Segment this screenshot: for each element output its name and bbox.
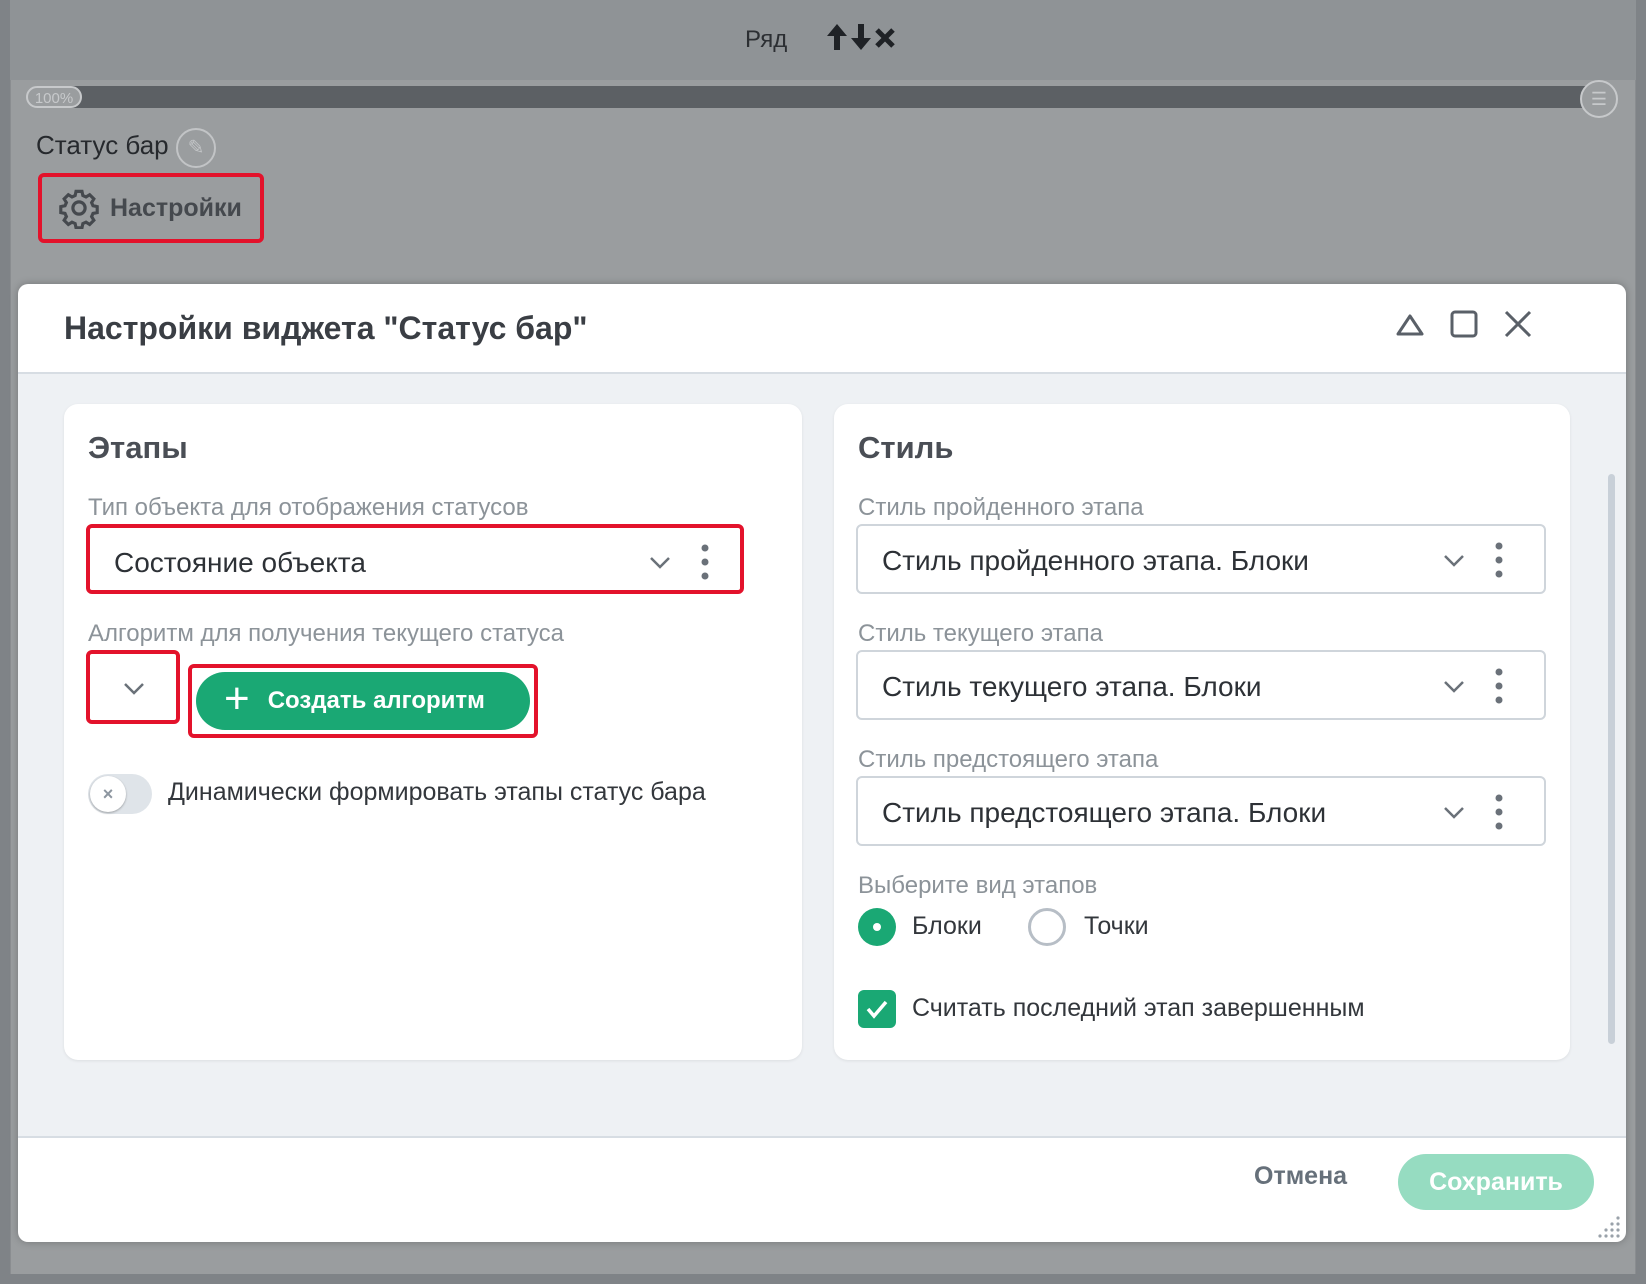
move-down-icon[interactable]	[850, 22, 872, 52]
progress-fill	[28, 86, 1604, 108]
close-icon[interactable]	[1498, 304, 1538, 344]
gear-icon	[59, 189, 99, 229]
chevron-down-icon	[1444, 555, 1464, 567]
widget-settings-dialog: Настройки виджета "Статус бар" Этапы Тип…	[18, 284, 1626, 1242]
chevron-down-icon	[1444, 681, 1464, 693]
chevron-down-icon	[1444, 807, 1464, 819]
radio-dots-label: Точки	[1084, 912, 1149, 940]
footer-divider	[18, 1136, 1626, 1138]
radio-dots[interactable]	[1028, 908, 1066, 946]
create-algorithm-button[interactable]: + Создать алгоритм	[196, 672, 530, 730]
create-algorithm-label: Создать алгоритм	[267, 687, 485, 714]
view-type-label: Выберите вид этапов	[858, 872, 1098, 899]
stages-panel: Этапы Тип объекта для отображения статус…	[64, 404, 802, 1060]
more-vertical-icon[interactable]	[1494, 540, 1504, 580]
row-title: Ряд	[745, 26, 788, 53]
edit-icon[interactable]: ✎	[176, 128, 216, 168]
widget-name: Статус бар	[36, 130, 169, 160]
current-style-value: Стиль текущего этапа. Блоки	[882, 671, 1262, 702]
progress-percent-label: 100%	[26, 86, 82, 108]
radio-blocks-label: Блоки	[912, 912, 982, 940]
more-vertical-icon[interactable]	[700, 542, 710, 582]
maximize-icon[interactable]	[1444, 304, 1484, 344]
more-vertical-icon[interactable]	[1494, 666, 1504, 706]
upcoming-style-select[interactable]: Стиль предстоящего этапа. Блоки	[856, 776, 1546, 846]
status-progress-bar	[28, 86, 1604, 108]
passed-style-select[interactable]: Стиль пройденного этапа. Блоки	[856, 524, 1546, 594]
move-up-icon[interactable]	[826, 22, 848, 52]
delete-icon[interactable]	[874, 22, 896, 52]
current-style-label: Стиль текущего этапа	[858, 620, 1103, 647]
algorithm-select[interactable]	[86, 650, 180, 724]
row-header	[10, 0, 1636, 80]
dynamic-stages-toggle[interactable]: ×	[88, 774, 152, 814]
row-controls	[826, 22, 896, 52]
style-panel: Стиль Стиль пройденного этапа Стиль прой…	[834, 404, 1570, 1060]
dialog-title: Настройки виджета "Статус бар"	[64, 310, 588, 346]
plus-icon: +	[224, 674, 250, 723]
settings-button[interactable]: Настройки	[38, 173, 264, 243]
radio-blocks[interactable]	[858, 908, 896, 946]
dialog-body: Этапы Тип объекта для отображения статус…	[18, 374, 1626, 1136]
dynamic-stages-label: Динамически формировать этапы статус бар…	[168, 778, 706, 806]
passed-style-value: Стиль пройденного этапа. Блоки	[882, 545, 1309, 576]
toggle-off-icon: ×	[90, 776, 126, 812]
passed-style-label: Стиль пройденного этапа	[858, 494, 1144, 521]
collapse-icon[interactable]	[1390, 304, 1430, 344]
algorithm-label: Алгоритм для получения текущего статуса	[88, 620, 564, 647]
settings-label: Настройки	[110, 193, 242, 222]
resize-grip-icon[interactable]	[1598, 1214, 1622, 1238]
object-type-select[interactable]: Состояние объекта	[86, 524, 744, 594]
check-icon	[866, 1000, 888, 1019]
cancel-button[interactable]: Отмена	[1254, 1162, 1347, 1191]
current-style-select[interactable]: Стиль текущего этапа. Блоки	[856, 650, 1546, 720]
save-button[interactable]: Сохранить	[1398, 1154, 1594, 1210]
scrollbar-thumb[interactable]	[1608, 474, 1615, 1044]
upcoming-style-value: Стиль предстоящего этапа. Блоки	[882, 797, 1327, 828]
more-vertical-icon[interactable]	[1494, 792, 1504, 832]
upcoming-style-label: Стиль предстоящего этапа	[858, 746, 1159, 773]
style-title: Стиль	[858, 430, 954, 465]
chevron-down-icon	[650, 557, 670, 569]
object-type-value: Состояние объекта	[114, 547, 366, 578]
stages-title: Этапы	[88, 430, 188, 465]
chevron-down-icon	[124, 683, 144, 695]
object-type-label: Тип объекта для отображения статусов	[88, 494, 529, 521]
list-icon[interactable]: ☰	[1580, 80, 1618, 118]
last-stage-complete-checkbox[interactable]	[858, 990, 896, 1028]
last-stage-complete-label: Считать последний этап завершенным	[912, 994, 1365, 1022]
